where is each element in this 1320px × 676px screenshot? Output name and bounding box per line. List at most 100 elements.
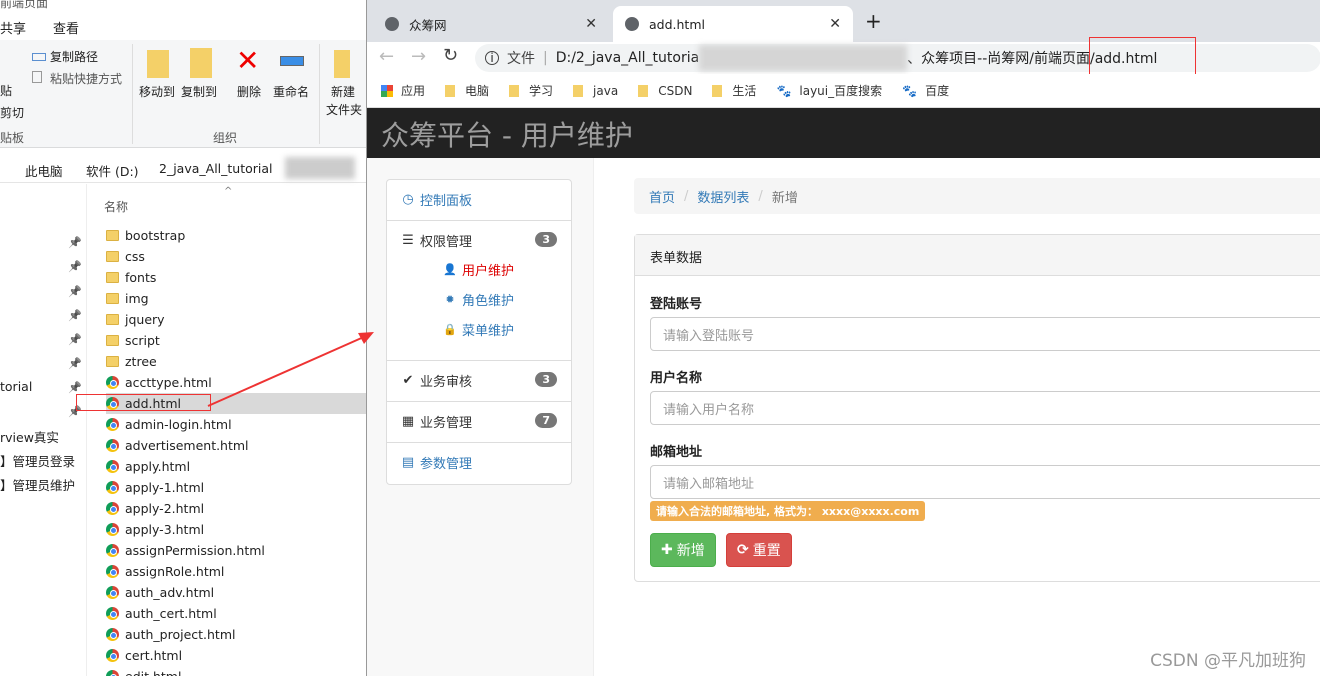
navbar-brand[interactable]: 众筹平台 - 用户维护 <box>367 108 1320 158</box>
tab-label: add.html <box>649 16 705 32</box>
new-folder-button[interactable]: 新建 <box>331 83 355 100</box>
nav-pane-item[interactable]: 】管理员维护 <box>0 475 75 494</box>
bookmark-item[interactable]: 🐾 layui_百度搜索 <box>776 82 882 99</box>
paste-shortcut-button[interactable]: 粘贴快捷方式 <box>32 70 122 87</box>
copy-path-button[interactable]: 复制路径 <box>32 48 98 65</box>
bookmark-item[interactable]: 🐾 百度 <box>902 82 949 99</box>
panel-title: 表单数据 <box>635 235 1320 276</box>
chrome-html-icon <box>106 586 119 599</box>
sidebar-subitem[interactable]: 👤 用户维护 <box>443 260 514 279</box>
file-item[interactable]: cert.html <box>106 645 366 666</box>
tab-zhongchou[interactable]: 众筹网 ✕ <box>373 6 609 42</box>
nav-pane-item[interactable]: rview真实 <box>0 427 59 446</box>
file-item[interactable]: css <box>106 246 366 267</box>
file-name: auth_project.html <box>125 627 236 642</box>
new-folder-icon <box>334 50 350 78</box>
paste-shortcut-icon <box>32 71 42 83</box>
menu-share[interactable]: 共享 <box>0 18 26 37</box>
bookmark-label: CSDN <box>658 83 693 98</box>
breadcrumb-data-list[interactable]: 数据列表 <box>697 187 749 206</box>
breadcrumb-this-pc[interactable]: 此电脑 <box>25 161 63 180</box>
file-item[interactable]: assignPermission.html <box>106 540 366 561</box>
globe-icon <box>625 17 639 31</box>
sidebar-subitem-label: 菜单维护 <box>462 324 515 339</box>
new-tab-button[interactable]: + <box>865 9 882 33</box>
username-input[interactable]: 请输入用户名称 <box>650 391 1320 425</box>
breadcrumb: 首页 / 数据列表 / 新增 <box>634 178 1320 214</box>
chrome-html-icon <box>106 649 119 662</box>
tab-add-html[interactable]: add.html ✕ <box>613 6 853 42</box>
reload-icon[interactable]: ↻ <box>443 45 458 66</box>
file-item[interactable]: admin-login.html <box>106 414 366 435</box>
file-name: admin-login.html <box>125 417 232 432</box>
file-item[interactable]: edit.html <box>106 666 366 676</box>
rename-button[interactable]: 重命名 <box>273 83 309 100</box>
breadcrumb-folder[interactable]: 2_java_All_tutorial <box>159 161 273 176</box>
sidebar-item[interactable]: ◷ 控制面板 <box>387 180 571 221</box>
forward-icon[interactable]: → <box>411 46 426 67</box>
pin-icon: 📌 <box>68 357 82 370</box>
file-item[interactable]: auth_cert.html <box>106 603 366 624</box>
delete-button[interactable]: 删除 <box>237 83 261 100</box>
column-header-name[interactable]: 名称 <box>104 198 128 215</box>
file-item[interactable]: apply-2.html <box>106 498 366 519</box>
file-item[interactable]: auth_project.html <box>106 624 366 645</box>
list-alt-icon: ▤ <box>401 455 415 470</box>
sidebar-item[interactable]: ✔ 业务审核 3 <box>387 361 571 402</box>
chrome-html-icon <box>106 523 119 536</box>
sidebar-item[interactable]: ▦ 业务管理 7 <box>387 402 571 443</box>
bookmark-item[interactable]: 应用 <box>381 82 425 99</box>
bookmark-item[interactable]: 电脑 <box>445 82 489 99</box>
blurred-url <box>699 45 908 71</box>
file-item[interactable]: advertisement.html <box>106 435 366 456</box>
file-item[interactable]: fonts <box>106 267 366 288</box>
sidebar-subitem[interactable]: 🔒 菜单维护 <box>443 320 514 339</box>
refresh-icon: ⟳ <box>737 542 749 558</box>
bookmark-item[interactable]: 生活 <box>712 82 756 99</box>
sidebar-item[interactable]: ▤ 参数管理 <box>387 443 571 485</box>
chrome-html-icon <box>106 670 119 676</box>
paste-button[interactable]: 贴 <box>0 82 12 99</box>
blurred-path <box>285 157 355 179</box>
file-name: apply-3.html <box>125 522 205 537</box>
login-account-input[interactable]: 请输入登陆账号 <box>650 317 1320 351</box>
cut-button[interactable]: 剪切 <box>0 104 24 121</box>
nav-pane-item[interactable]: torial <box>0 379 32 394</box>
breadcrumb-home[interactable]: 首页 <box>649 187 675 206</box>
url-scheme-label: 文件 <box>507 51 535 67</box>
sidebar-item-label: 参数管理 <box>420 457 473 472</box>
address-bar[interactable]: 此电脑 软件 (D:) 2_java_All_tutorial <box>0 155 366 183</box>
file-name: css <box>125 249 145 264</box>
bookmark-item[interactable]: java <box>573 84 618 98</box>
menu-view[interactable]: 查看 <box>53 18 79 37</box>
sidebar-item[interactable]: ☰ 权限管理 3 👤 用户维护 ✹ 角色维护 🔒 菜单维护 <box>387 221 571 361</box>
file-item[interactable]: auth_adv.html <box>106 582 366 603</box>
copy-to-button[interactable]: 复制到 <box>181 83 217 100</box>
file-item[interactable]: assignRole.html <box>106 561 366 582</box>
reset-button-label: 重置 <box>752 543 781 559</box>
bookmark-item[interactable]: CSDN <box>638 84 692 98</box>
file-item[interactable]: apply-1.html <box>106 477 366 498</box>
move-to-button[interactable]: 移动到 <box>139 83 175 100</box>
file-name: apply-1.html <box>125 480 205 495</box>
close-tab-icon[interactable]: ✕ <box>829 16 841 32</box>
close-tab-icon[interactable]: ✕ <box>585 16 597 32</box>
file-item[interactable]: img <box>106 288 366 309</box>
file-item[interactable]: bootstrap <box>106 225 366 246</box>
reset-button[interactable]: ⟳ 重置 <box>726 533 792 567</box>
file-name: script <box>125 333 160 348</box>
back-icon[interactable]: ← <box>379 46 394 67</box>
sidebar-subitem[interactable]: ✹ 角色维护 <box>443 290 514 309</box>
pin-icon: 📌 <box>68 309 82 322</box>
breadcrumb-drive-d[interactable]: 软件 (D:) <box>86 161 139 180</box>
bookmark-item[interactable]: 学习 <box>509 82 553 99</box>
sidebar-item-label: 控制面板 <box>420 194 473 209</box>
folder-icon <box>106 230 119 241</box>
email-input[interactable]: 请输入邮箱地址 <box>650 465 1320 499</box>
add-button[interactable]: ✚ 新增 <box>650 533 716 567</box>
list-icon: ☰ <box>402 233 414 248</box>
file-item[interactable]: apply-3.html <box>106 519 366 540</box>
file-item[interactable]: apply.html <box>106 456 366 477</box>
baidu-icon: 🐾 <box>902 83 918 98</box>
nav-pane-item[interactable]: 】管理员登录 <box>0 451 75 470</box>
